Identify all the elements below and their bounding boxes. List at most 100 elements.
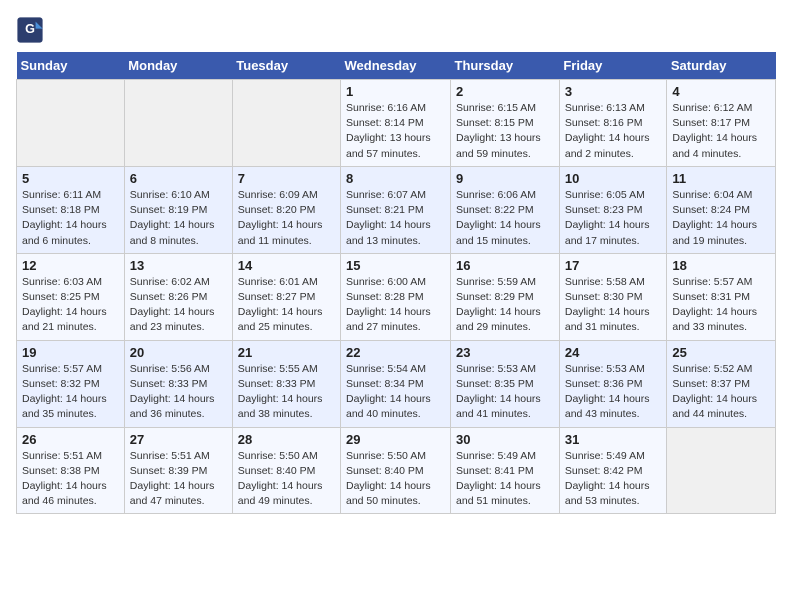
- week-row-3: 12 Sunrise: 6:03 AMSunset: 8:25 PMDayligh…: [17, 253, 776, 340]
- day-info: Sunrise: 5:53 AMSunset: 8:36 PMDaylight:…: [565, 362, 662, 423]
- calendar-cell: 18 Sunrise: 5:57 AMSunset: 8:31 PMDayligh…: [667, 253, 776, 340]
- header-sunday: Sunday: [17, 52, 125, 80]
- calendar-cell: 15Sunrise: 6:00 AMSunset: 8:28 PMDayligh…: [341, 253, 451, 340]
- calendar-cell: 30Sunrise: 5:49 AMSunset: 8:41 PMDayligh…: [451, 427, 560, 514]
- day-number: 7: [238, 171, 335, 186]
- week-row-2: 5Sunrise: 6:11 AMSunset: 8:18 PMDaylight…: [17, 166, 776, 253]
- calendar-cell: 5Sunrise: 6:11 AMSunset: 8:18 PMDaylight…: [17, 166, 125, 253]
- header: G: [16, 16, 776, 44]
- day-info: Sunrise: 6:09 AMSunset: 8:20 PMDaylight:…: [238, 188, 335, 249]
- day-number: 14: [238, 258, 335, 273]
- day-number: 16: [456, 258, 554, 273]
- day-number: 13: [130, 258, 227, 273]
- header-wednesday: Wednesday: [341, 52, 451, 80]
- header-tuesday: Tuesday: [232, 52, 340, 80]
- day-number: 12: [22, 258, 119, 273]
- day-info: Sunrise: 5:53 AMSunset: 8:35 PMDaylight:…: [456, 362, 554, 423]
- calendar-cell: 13 Sunrise: 6:02 AMSunset: 8:26 PMDayligh…: [124, 253, 232, 340]
- day-info: Sunrise: 5:50 AMSunset: 8:40 PMDaylight:…: [238, 449, 335, 510]
- week-row-5: 26 Sunrise: 5:51 AMSunset: 8:38 PMDayligh…: [17, 427, 776, 514]
- calendar-cell: 8 Sunrise: 6:07 AMSunset: 8:21 PMDaylight…: [341, 166, 451, 253]
- day-info: Sunrise: 5:56 AMSunset: 8:33 PMDaylight:…: [130, 362, 227, 423]
- day-info: Sunrise: 5:49 AMSunset: 8:42 PMDaylight:…: [565, 449, 662, 510]
- day-number: 18: [672, 258, 770, 273]
- day-info: Sunrise: 6:04 AMSunset: 8:24 PMDaylight:…: [672, 188, 770, 249]
- day-number: 26: [22, 432, 119, 447]
- header-monday: Monday: [124, 52, 232, 80]
- day-info: Sunrise: 6:00 AMSunset: 8:28 PMDaylight:…: [346, 275, 445, 336]
- header-thursday: Thursday: [451, 52, 560, 80]
- header-saturday: Saturday: [667, 52, 776, 80]
- calendar-cell: 22 Sunrise: 5:54 AMSunset: 8:34 PMDayligh…: [341, 340, 451, 427]
- calendar-cell: 7 Sunrise: 6:09 AMSunset: 8:20 PMDaylight…: [232, 166, 340, 253]
- calendar-cell: 27 Sunrise: 5:51 AMSunset: 8:39 PMDayligh…: [124, 427, 232, 514]
- day-number: 11: [672, 171, 770, 186]
- day-number: 8: [346, 171, 445, 186]
- day-info: Sunrise: 5:51 AMSunset: 8:39 PMDaylight:…: [130, 449, 227, 510]
- day-info: Sunrise: 6:12 AMSunset: 8:17 PMDaylight:…: [672, 101, 770, 162]
- day-number: 6: [130, 171, 227, 186]
- week-row-1: 1 Sunrise: 6:16 AMSunset: 8:14 PMDaylight…: [17, 80, 776, 167]
- day-info: Sunrise: 6:07 AMSunset: 8:21 PMDaylight:…: [346, 188, 445, 249]
- day-info: Sunrise: 5:58 AMSunset: 8:30 PMDaylight:…: [565, 275, 662, 336]
- calendar-cell: 19Sunrise: 5:57 AMSunset: 8:32 PMDayligh…: [17, 340, 125, 427]
- calendar-cell: 23Sunrise: 5:53 AMSunset: 8:35 PMDayligh…: [451, 340, 560, 427]
- calendar-cell: 26 Sunrise: 5:51 AMSunset: 8:38 PMDayligh…: [17, 427, 125, 514]
- calendar-cell: 10Sunrise: 6:05 AMSunset: 8:23 PMDayligh…: [559, 166, 667, 253]
- calendar-cell: 6 Sunrise: 6:10 AMSunset: 8:19 PMDaylight…: [124, 166, 232, 253]
- day-number: 24: [565, 345, 662, 360]
- day-number: 21: [238, 345, 335, 360]
- day-number: 29: [346, 432, 445, 447]
- calendar-table: SundayMondayTuesdayWednesdayThursdayFrid…: [16, 52, 776, 514]
- day-info: Sunrise: 5:55 AMSunset: 8:33 PMDaylight:…: [238, 362, 335, 423]
- day-info: Sunrise: 5:54 AMSunset: 8:34 PMDaylight:…: [346, 362, 445, 423]
- day-info: Sunrise: 5:52 AMSunset: 8:37 PMDaylight:…: [672, 362, 770, 423]
- day-info: Sunrise: 6:06 AMSunset: 8:22 PMDaylight:…: [456, 188, 554, 249]
- calendar-cell: 24 Sunrise: 5:53 AMSunset: 8:36 PMDayligh…: [559, 340, 667, 427]
- day-info: Sunrise: 6:15 AMSunset: 8:15 PMDaylight:…: [456, 101, 554, 162]
- day-info: Sunrise: 6:10 AMSunset: 8:19 PMDaylight:…: [130, 188, 227, 249]
- day-number: 4: [672, 84, 770, 99]
- day-info: Sunrise: 6:13 AMSunset: 8:16 PMDaylight:…: [565, 101, 662, 162]
- day-info: Sunrise: 6:03 AMSunset: 8:25 PMDaylight:…: [22, 275, 119, 336]
- calendar-cell: 11 Sunrise: 6:04 AMSunset: 8:24 PMDayligh…: [667, 166, 776, 253]
- day-number: 20: [130, 345, 227, 360]
- svg-text:G: G: [25, 22, 35, 36]
- day-number: 2: [456, 84, 554, 99]
- day-number: 27: [130, 432, 227, 447]
- calendar-cell: 20 Sunrise: 5:56 AMSunset: 8:33 PMDayligh…: [124, 340, 232, 427]
- day-number: 17: [565, 258, 662, 273]
- calendar-cell: 16 Sunrise: 5:59 AMSunset: 8:29 PMDayligh…: [451, 253, 560, 340]
- calendar-cell: [17, 80, 125, 167]
- day-info: Sunrise: 5:59 AMSunset: 8:29 PMDaylight:…: [456, 275, 554, 336]
- calendar-cell: 4 Sunrise: 6:12 AMSunset: 8:17 PMDaylight…: [667, 80, 776, 167]
- day-number: 1: [346, 84, 445, 99]
- calendar-cell: 21 Sunrise: 5:55 AMSunset: 8:33 PMDayligh…: [232, 340, 340, 427]
- day-number: 22: [346, 345, 445, 360]
- calendar-cell: 2 Sunrise: 6:15 AMSunset: 8:15 PMDaylight…: [451, 80, 560, 167]
- calendar-cell: 3 Sunrise: 6:13 AMSunset: 8:16 PMDaylight…: [559, 80, 667, 167]
- calendar-cell: 1 Sunrise: 6:16 AMSunset: 8:14 PMDaylight…: [341, 80, 451, 167]
- logo-icon: G: [16, 16, 44, 44]
- day-info: Sunrise: 6:16 AMSunset: 8:14 PMDaylight:…: [346, 101, 445, 162]
- day-info: Sunrise: 6:02 AMSunset: 8:26 PMDaylight:…: [130, 275, 227, 336]
- calendar-cell: 17 Sunrise: 5:58 AMSunset: 8:30 PMDayligh…: [559, 253, 667, 340]
- day-number: 25: [672, 345, 770, 360]
- calendar-cell: 31 Sunrise: 5:49 AMSunset: 8:42 PMDayligh…: [559, 427, 667, 514]
- day-info: Sunrise: 5:51 AMSunset: 8:38 PMDaylight:…: [22, 449, 119, 510]
- day-info: Sunrise: 5:50 AMSunset: 8:40 PMDaylight:…: [346, 449, 445, 510]
- week-row-4: 19Sunrise: 5:57 AMSunset: 8:32 PMDayligh…: [17, 340, 776, 427]
- day-number: 3: [565, 84, 662, 99]
- calendar-cell: [667, 427, 776, 514]
- day-number: 28: [238, 432, 335, 447]
- header-friday: Friday: [559, 52, 667, 80]
- day-info: Sunrise: 5:49 AMSunset: 8:41 PMDaylight:…: [456, 449, 554, 510]
- day-number: 10: [565, 171, 662, 186]
- calendar-cell: 28 Sunrise: 5:50 AMSunset: 8:40 PMDayligh…: [232, 427, 340, 514]
- calendar-cell: [232, 80, 340, 167]
- day-number: 5: [22, 171, 119, 186]
- calendar-cell: 9Sunrise: 6:06 AMSunset: 8:22 PMDaylight…: [451, 166, 560, 253]
- day-info: Sunrise: 5:57 AMSunset: 8:31 PMDaylight:…: [672, 275, 770, 336]
- calendar-header-row: SundayMondayTuesdayWednesdayThursdayFrid…: [17, 52, 776, 80]
- day-number: 31: [565, 432, 662, 447]
